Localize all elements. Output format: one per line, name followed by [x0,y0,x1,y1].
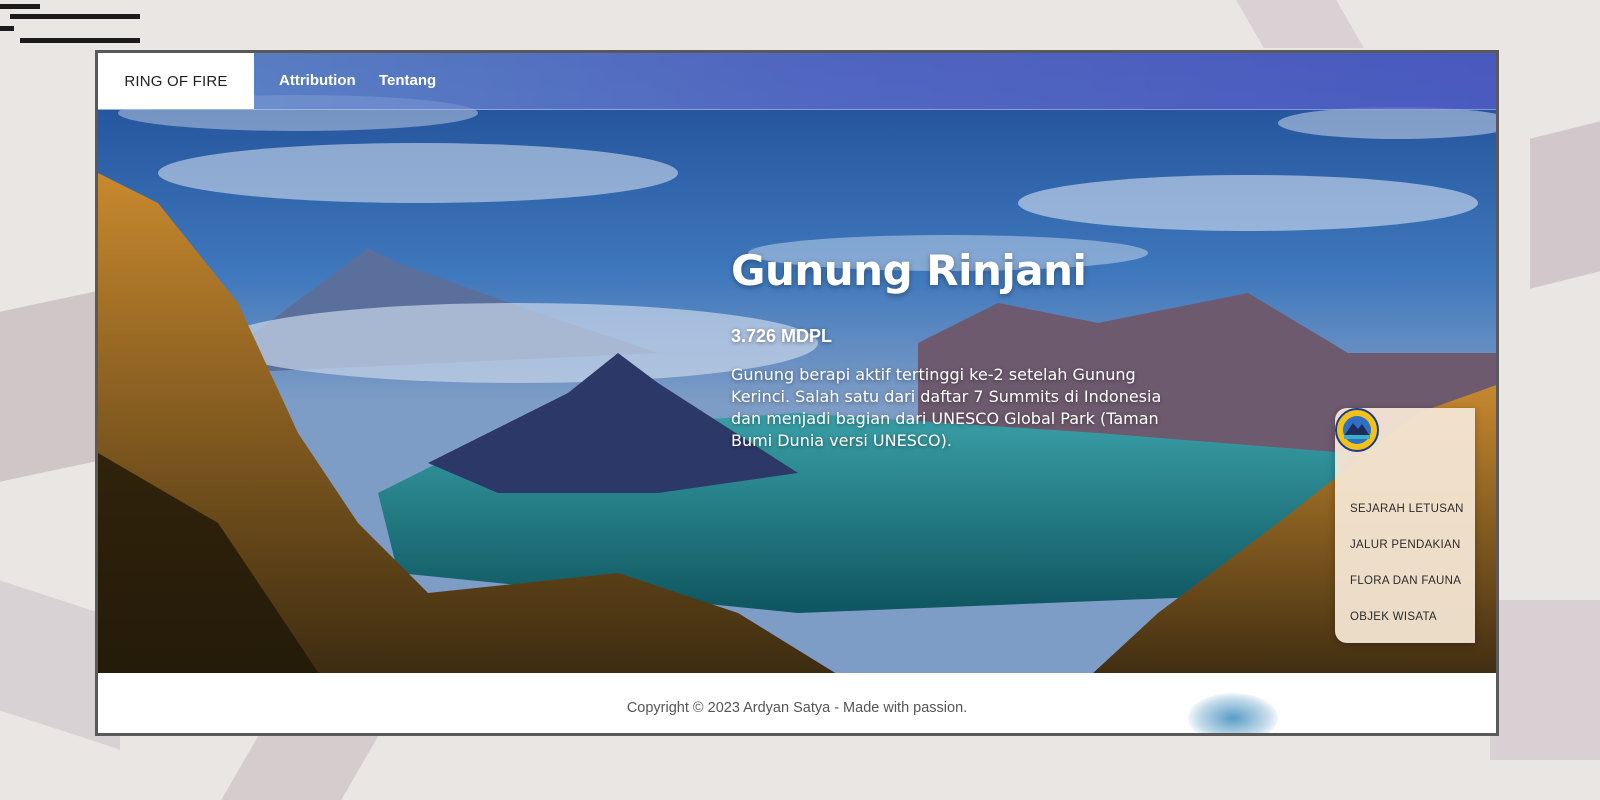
side-menu: SEJARAH LETUSAN JALUR PENDAKIAN FLORA DA… [1335,408,1475,643]
hero-section: RING OF FIRE Attribution Tentang Gunung … [98,53,1496,687]
page-title: Gunung Rinjani [731,246,1087,295]
backdrop-shard [0,288,110,482]
backdrop-stripes [0,0,140,48]
menu-item-flora-dan-fauna[interactable]: FLORA DAN FAUNA [1350,575,1461,587]
backdrop-shard [1490,600,1600,760]
backdrop-shard [221,735,379,800]
menu-item-jalur-pendakian[interactable]: JALUR PENDAKIAN [1350,539,1461,551]
park-emblem-icon [1335,408,1379,452]
hero-description: Gunung berapi aktif tertinggi ke-2 setel… [731,365,1162,450]
backdrop-shard [1236,0,1364,48]
backdrop-shard [1530,121,1600,289]
nav-link-attribution[interactable]: Attribution [279,72,356,89]
menu-item-objek-wisata[interactable]: OBJEK WISATA [1350,611,1437,623]
elevation-label: 3.726 MDPL [731,326,833,346]
menu-item-sejarah-letusan[interactable]: SEJARAH LETUSAN [1350,503,1464,515]
nav-link-tentang[interactable]: Tentang [379,72,436,89]
site-window: RING OF FIRE Attribution Tentang Gunung … [95,50,1499,736]
copyright-text: Copyright © 2023 Ardyan Satya - Made wit… [626,700,968,716]
top-navbar: RING OF FIRE Attribution Tentang [98,53,1496,110]
brand-logo[interactable]: RING OF FIRE [98,53,254,109]
